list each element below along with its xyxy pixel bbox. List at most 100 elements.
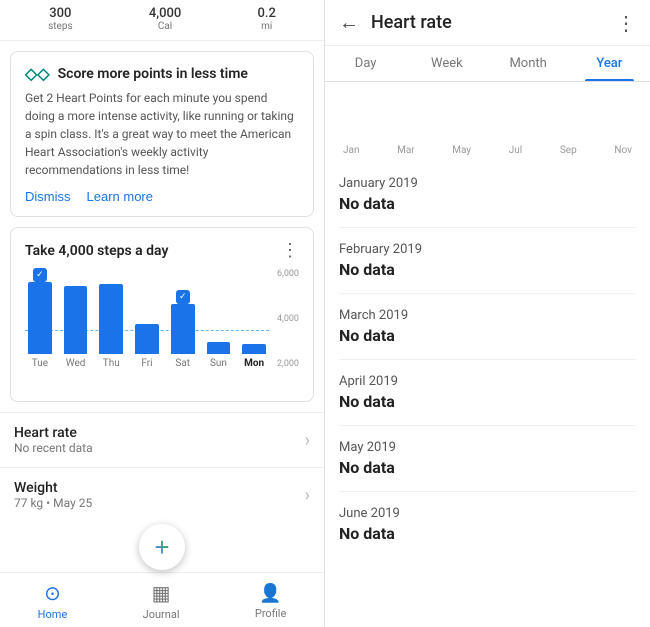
promo-text: Get 2 Heart Points for each minute you s…: [25, 89, 299, 179]
stat-cal: 4,000 Cal: [149, 6, 181, 32]
home-icon: ⊙: [44, 581, 61, 605]
month-value: No data: [339, 194, 636, 213]
promo-icon: ◇◇: [25, 64, 50, 83]
month-name: April 2019: [339, 374, 636, 389]
cal-value: 4,000: [149, 6, 181, 21]
promo-title: ◇◇ Score more points in less time: [25, 64, 299, 83]
tab-week[interactable]: Week: [406, 46, 487, 81]
bar-group-thu: Thu: [96, 284, 126, 369]
month-name: May 2019: [339, 440, 636, 455]
bar: [64, 286, 88, 354]
steps-title: Take 4,000 steps a day: [25, 243, 168, 259]
nav-journal[interactable]: ▦ Journal: [143, 581, 180, 621]
metric-heartrate[interactable]: Heart rate No recent data ›: [0, 412, 324, 467]
axis-jul: Jul: [509, 145, 522, 156]
page-title: Heart rate: [371, 12, 452, 33]
journal-label: Journal: [143, 608, 180, 621]
axis-mar: Mar: [397, 145, 415, 156]
axis-sep: Sep: [560, 145, 577, 156]
year-chart-area: Jan Mar May Jul Sep Nov: [325, 82, 650, 162]
learn-more-button[interactable]: Learn more: [87, 189, 153, 204]
metric-weight[interactable]: Weight 77 kg • May 25 ›: [0, 467, 324, 522]
tab-day-label: Day: [355, 56, 377, 71]
heartrate-info: Heart rate No recent data: [14, 425, 93, 455]
month-name: February 2019: [339, 242, 636, 257]
month-value: No data: [339, 392, 636, 411]
chart-axis: Jan Mar May Jul Sep Nov: [339, 145, 636, 156]
miles-value: 0.2: [257, 6, 275, 21]
steps-header: Take 4,000 steps a day ⋮: [25, 240, 299, 261]
month-value: No data: [339, 458, 636, 477]
weight-chevron: ›: [305, 485, 310, 506]
steps-more-button[interactable]: ⋮: [281, 240, 299, 261]
back-button[interactable]: ←: [339, 10, 359, 35]
more-options-button[interactable]: ⋮: [616, 11, 636, 35]
month-list: January 2019No dataFebruary 2019No dataM…: [325, 162, 650, 627]
tab-month[interactable]: Month: [488, 46, 569, 81]
nav-home[interactable]: ⊙ Home: [38, 581, 68, 621]
weight-sub: 77 kg • May 25: [14, 496, 92, 510]
y-label-6000: 6,000: [277, 269, 299, 279]
y-label-2000: 2,000: [277, 359, 299, 369]
steps-card: Take 4,000 steps a day ⋮ Tue Wed Thu Fri Sat…: [10, 227, 314, 402]
stats-bar: 300 steps 4,000 Cal 0.2 mi: [0, 0, 324, 41]
stat-miles: 0.2 mi: [257, 6, 275, 32]
heartrate-name: Heart rate: [14, 425, 93, 441]
y-axis-labels: 6,000 4,000 2,000: [277, 269, 299, 369]
month-entry: June 2019No data: [339, 492, 636, 557]
tab-year[interactable]: Year: [569, 46, 650, 81]
tab-year-label: Year: [596, 56, 622, 71]
month-entry: February 2019 No data: [339, 228, 636, 294]
bars-area: Tue Wed Thu Fri Sat Sun Mon: [25, 269, 299, 389]
dismiss-button[interactable]: Dismiss: [25, 189, 71, 204]
bar-label: Thu: [103, 358, 120, 369]
tab-week-label: Week: [431, 56, 463, 71]
month-entry: May 2019 No data: [339, 426, 636, 492]
home-label: Home: [38, 608, 68, 621]
tab-month-label: Month: [509, 56, 546, 71]
bar-group-mon: Mon: [239, 344, 269, 369]
y-label-4000: 4,000: [277, 314, 299, 324]
profile-icon: 👤: [259, 583, 281, 604]
bar-label: Tue: [32, 358, 48, 369]
month-entry: March 2019 No data: [339, 294, 636, 360]
add-button[interactable]: +: [139, 524, 185, 570]
month-value: No data: [339, 260, 636, 279]
right-panel: ← Heart rate ⋮ Day Week Month Year Jan M…: [325, 0, 650, 627]
tab-day[interactable]: Day: [325, 46, 406, 81]
bar: [99, 284, 123, 354]
promo-title-text: Score more points in less time: [58, 66, 248, 82]
fab-container: +: [0, 522, 324, 572]
right-header: ← Heart rate ⋮: [325, 0, 650, 46]
bar-label: Sun: [210, 358, 227, 369]
bar-check: [176, 290, 190, 304]
month-name: March 2019: [339, 308, 636, 323]
month-value: No data: [339, 326, 636, 345]
weight-name: Weight: [14, 480, 92, 496]
bar-group-sat: Sat: [168, 304, 198, 369]
miles-label: mi: [261, 21, 272, 32]
bar: [242, 344, 266, 354]
bar-label: Mon: [244, 358, 264, 369]
cal-label: Cal: [158, 21, 172, 32]
promo-actions: Dismiss Learn more: [25, 189, 299, 204]
bar-group-wed: Wed: [61, 286, 91, 369]
add-icon: +: [154, 532, 169, 563]
steps-value: 300: [49, 6, 71, 21]
bar-label: Sat: [175, 358, 190, 369]
left-panel: 300 steps 4,000 Cal 0.2 mi ◇◇ Score more…: [0, 0, 325, 627]
weight-info: Weight 77 kg • May 25: [14, 480, 92, 510]
heartrate-sub: No recent data: [14, 441, 93, 455]
metrics-list: Heart rate No recent data › Weight 77 kg…: [0, 412, 324, 522]
axis-jan: Jan: [343, 145, 359, 156]
bar-group-fri: Fri: [132, 324, 162, 369]
bar-label: Wed: [66, 358, 86, 369]
tabs-bar: Day Week Month Year: [325, 46, 650, 82]
bar-group-sun: Sun: [204, 342, 234, 369]
header-left: ← Heart rate: [339, 10, 452, 35]
journal-icon: ▦: [152, 581, 171, 605]
bar-group-tue: Tue: [25, 282, 55, 369]
steps-chart: Tue Wed Thu Fri Sat Sun Mon 6,000 4,000 2,000: [25, 269, 299, 389]
bar: [28, 282, 52, 354]
nav-profile[interactable]: 👤 Profile: [255, 583, 286, 620]
